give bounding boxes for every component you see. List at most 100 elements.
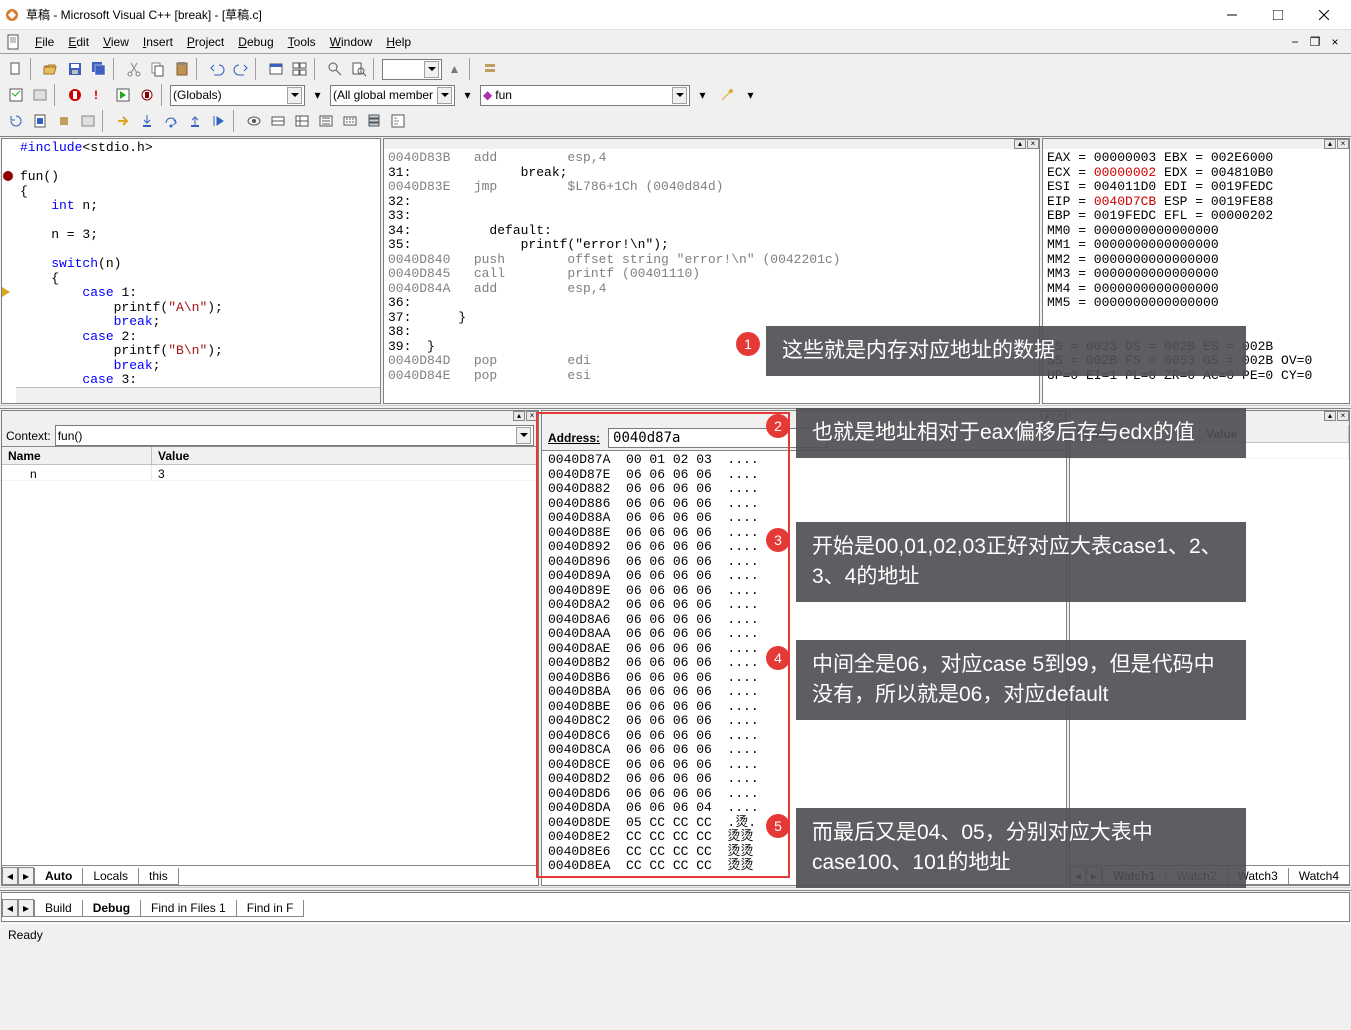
context-label: Context: — [6, 429, 51, 443]
menu-bar: File Edit View Insert Project Debug Tool… — [0, 30, 1351, 54]
maximize-button[interactable] — [1255, 0, 1301, 30]
memory-icon[interactable] — [338, 110, 361, 132]
tab-debug[interactable]: Debug — [82, 900, 141, 917]
address-label: Address: — [548, 431, 600, 445]
mdi-restore-icon[interactable]: ❐ — [1306, 34, 1324, 50]
pane-min-icon[interactable]: ▴ — [1324, 411, 1336, 421]
menu-help[interactable]: Help — [379, 33, 418, 51]
current-line-icon — [2, 287, 15, 297]
mdi-minimize-icon[interactable]: − — [1286, 34, 1304, 50]
title-bar: 草稿 - Microsoft Visual C++ [break] - [草稿.… — [0, 0, 1351, 30]
break-icon[interactable] — [52, 110, 75, 132]
apply-icon[interactable] — [76, 110, 99, 132]
menu-tools[interactable]: Tools — [281, 33, 323, 51]
pane-close-icon[interactable]: × — [1337, 139, 1349, 149]
context-bar: Context: fun() — [2, 425, 538, 447]
tab-findfiles2[interactable]: Find in F — [236, 900, 305, 917]
globals-combo[interactable]: (Globals) — [170, 85, 305, 106]
var-row[interactable]: n 3 — [2, 465, 538, 481]
menu-project[interactable]: Project — [180, 33, 231, 51]
pane-close-icon[interactable]: × — [1027, 139, 1039, 149]
menu-view[interactable]: View — [96, 33, 136, 51]
save-icon[interactable] — [63, 58, 86, 80]
build-all-icon[interactable] — [28, 84, 51, 106]
registers-icon[interactable] — [314, 110, 337, 132]
window-list-icon[interactable] — [288, 58, 311, 80]
close-button[interactable] — [1301, 0, 1347, 30]
menu-file[interactable]: File — [28, 33, 61, 51]
pane-close-icon[interactable]: × — [526, 411, 538, 421]
members-combo[interactable]: (All global member — [330, 85, 455, 106]
saveall-icon[interactable] — [87, 58, 110, 80]
undo-icon[interactable] — [205, 58, 228, 80]
context-combo[interactable]: fun() — [55, 425, 534, 446]
variables-icon[interactable] — [290, 110, 313, 132]
step-out-icon[interactable] — [183, 110, 206, 132]
redo-icon[interactable] — [229, 58, 252, 80]
tab-left-icon[interactable]: ◂ — [2, 899, 18, 917]
toolbar-area: ▲ ! (Globals) ▾ (All global member ▾ ◆fu… — [0, 54, 1351, 137]
step-into-icon[interactable] — [135, 110, 158, 132]
tab-right-icon[interactable]: ▸ — [18, 899, 34, 917]
variables-grid[interactable]: Name Value n 3 — [2, 447, 538, 865]
h-scroll[interactable] — [2, 387, 380, 403]
tab-right-icon[interactable]: ▸ — [18, 867, 34, 885]
quickwatch-icon[interactable] — [242, 110, 265, 132]
restart-icon[interactable] — [4, 110, 27, 132]
tab-this[interactable]: this — [138, 868, 179, 885]
new-icon[interactable] — [4, 58, 27, 80]
menu-edit[interactable]: Edit — [61, 33, 96, 51]
wand-icon[interactable] — [715, 84, 738, 106]
find-files-icon[interactable] — [347, 58, 370, 80]
minimize-button[interactable] — [1209, 0, 1255, 30]
pane-close-icon[interactable]: × — [1337, 411, 1349, 421]
run-to-icon[interactable] — [207, 110, 230, 132]
stop-debug-icon[interactable] — [28, 110, 51, 132]
tab-left-icon[interactable]: ◂ — [2, 867, 18, 885]
find-icon[interactable] — [323, 58, 346, 80]
go-icon[interactable] — [111, 84, 134, 106]
paste-icon[interactable] — [170, 58, 193, 80]
tab-build[interactable]: Build — [34, 900, 83, 917]
workspace-icon[interactable] — [264, 58, 287, 80]
combo-dd1-icon[interactable]: ▾ — [306, 84, 329, 106]
compile-icon[interactable] — [4, 84, 27, 106]
wand2-icon[interactable]: ▾ — [739, 84, 762, 106]
menu-insert[interactable]: Insert — [136, 33, 180, 51]
col-value[interactable]: Value — [152, 447, 538, 464]
open-icon[interactable] — [39, 58, 62, 80]
pane-min-icon[interactable]: ▴ — [513, 411, 525, 421]
col-name[interactable]: Name — [2, 447, 152, 464]
menu-window[interactable]: Window — [323, 33, 380, 51]
breakpoint-marker-icon[interactable] — [3, 171, 13, 181]
combo-dd2-icon[interactable]: ▾ — [456, 84, 479, 106]
tab-locals[interactable]: Locals — [82, 868, 139, 885]
pane-min-icon[interactable]: ▴ — [1014, 139, 1026, 149]
disasm-icon[interactable] — [386, 110, 409, 132]
menu-debug[interactable]: Debug — [231, 33, 280, 51]
build-icon[interactable] — [478, 58, 501, 80]
step-over-icon[interactable] — [159, 110, 182, 132]
tab-auto[interactable]: Auto — [34, 868, 83, 885]
find-combo[interactable] — [382, 59, 442, 80]
gutter[interactable] — [2, 139, 16, 403]
watch-icon[interactable] — [266, 110, 289, 132]
pane-min-icon[interactable]: ▴ — [1324, 139, 1336, 149]
breakpoint-icon[interactable] — [135, 84, 158, 106]
doc-icon — [6, 34, 22, 50]
stop-build-icon[interactable] — [63, 84, 86, 106]
callstack-icon[interactable] — [362, 110, 385, 132]
func-combo[interactable]: ◆fun — [480, 85, 690, 106]
variables-pane: ▴× Context: fun() Name Value n 3 ◂ ▸ Aut… — [1, 410, 539, 886]
execute-icon[interactable]: ! — [87, 84, 110, 106]
svg-text:!: ! — [94, 88, 98, 102]
cut-icon[interactable] — [122, 58, 145, 80]
combo-dd3-icon[interactable]: ▾ — [691, 84, 714, 106]
tab-findfiles1[interactable]: Find in Files 1 — [140, 900, 237, 917]
tab-watch4[interactable]: Watch4 — [1288, 868, 1350, 885]
source-code[interactable]: #include<stdio.h> fun() { int n; n = 3; … — [2, 139, 380, 387]
mdi-close-icon[interactable]: × — [1326, 34, 1344, 50]
copy-icon[interactable] — [146, 58, 169, 80]
show-next-icon[interactable] — [111, 110, 134, 132]
source-pane: #include<stdio.h> fun() { int n; n = 3; … — [1, 138, 381, 404]
